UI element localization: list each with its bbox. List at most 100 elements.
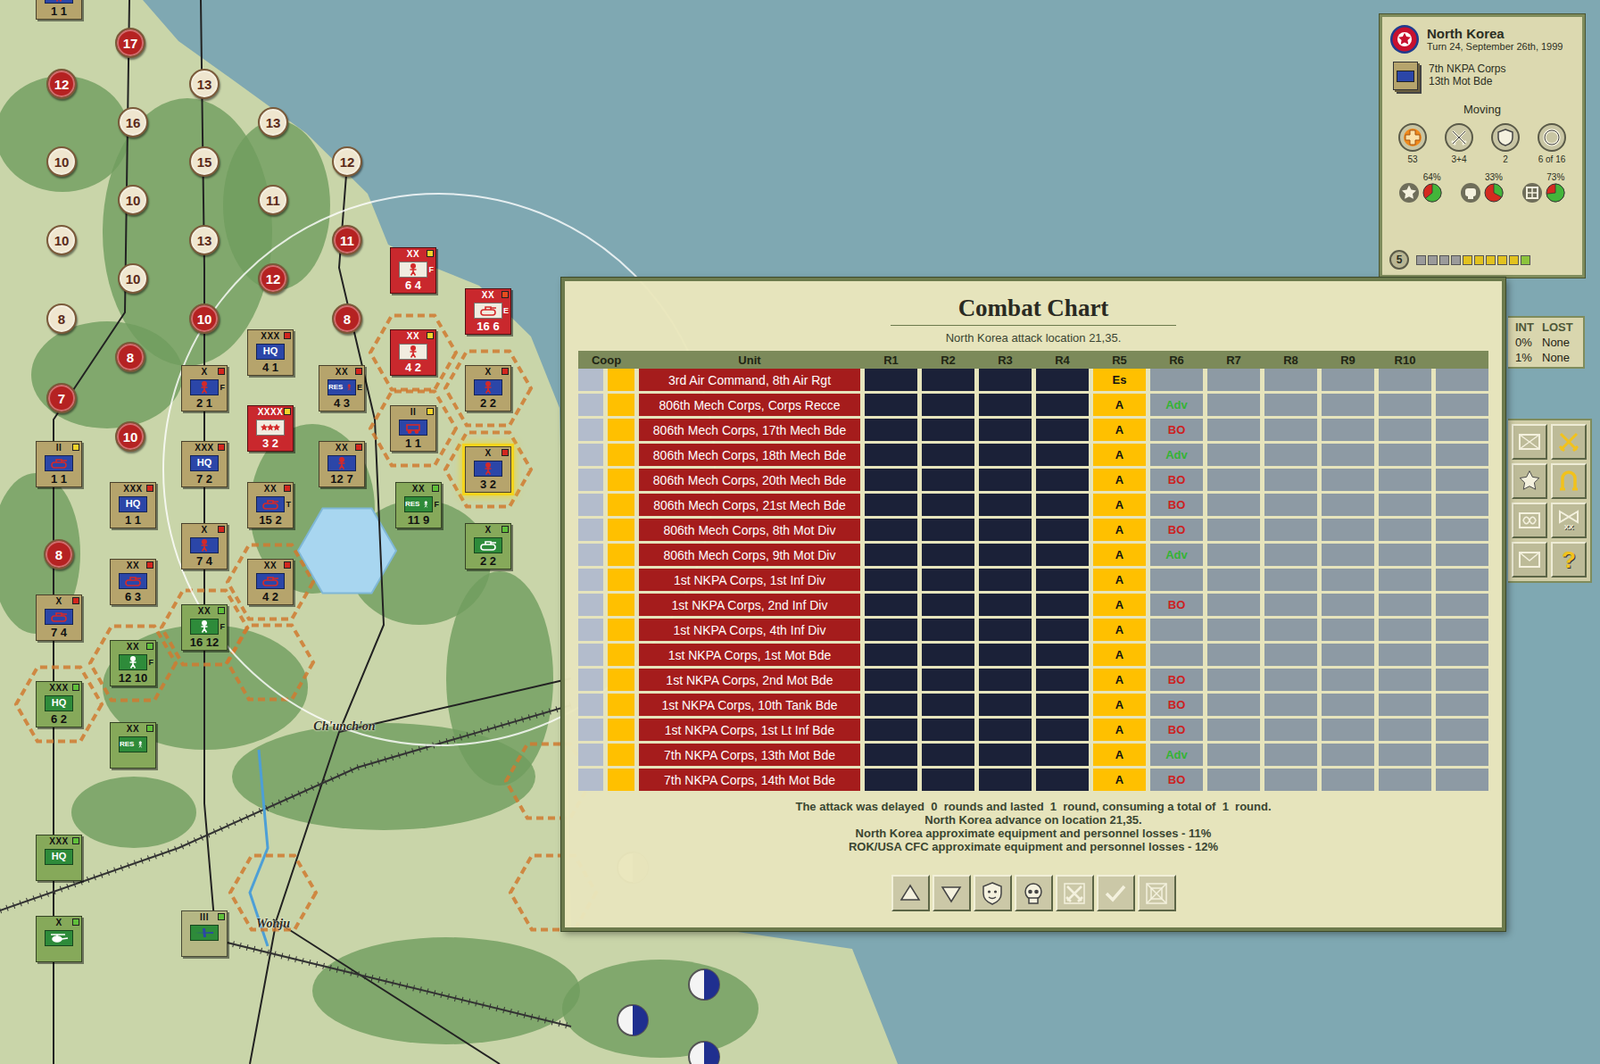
victory-point[interactable]: 10	[46, 224, 77, 256]
confirm-button[interactable]	[1096, 874, 1136, 912]
unit-counter[interactable]: II1 1	[35, 440, 83, 488]
table-row[interactable]: 7th NKPA Corps, 13th Mot BdeAAdv	[578, 743, 1489, 766]
unit-counter[interactable]: III	[181, 910, 228, 957]
unit-counter[interactable]: XXXHQ1 1	[109, 481, 157, 529]
unit-counter[interactable]: X2 1F	[181, 364, 228, 412]
victory-point[interactable]: 13	[189, 224, 220, 256]
table-row[interactable]: 1st NKPA Corps, 1st Lt Inf BdeABO	[578, 718, 1489, 741]
unit-counter[interactable]: XX6 3	[109, 558, 157, 606]
coop-cell[interactable]	[578, 543, 604, 566]
victory-point[interactable]: 7	[46, 382, 77, 414]
coop-cell[interactable]	[578, 418, 604, 441]
unit-counter[interactable]: XXRES11 9F	[395, 481, 442, 529]
coop-cell[interactable]	[578, 618, 604, 641]
victory-point[interactable]: 15	[189, 146, 220, 177]
table-row[interactable]: 1st NKPA Corps, 10th Tank BdeABO	[578, 693, 1489, 716]
unit-counter[interactable]: X7 4	[181, 522, 228, 570]
victory-point[interactable]: 8	[115, 341, 146, 373]
unit-counter[interactable]: XXRES	[109, 721, 157, 769]
table-row[interactable]: 806th Mech Corps, 20th Mech BdeABO	[578, 468, 1489, 491]
victory-point[interactable]: 13	[189, 68, 220, 100]
victory-point[interactable]: 11	[257, 184, 289, 216]
stack-button[interactable]	[1511, 502, 1548, 539]
unit-counter[interactable]: XXXHQ6 2	[35, 680, 83, 728]
coop-cell[interactable]	[578, 768, 604, 791]
unit-counter[interactable]: XXRES4 3E	[318, 364, 365, 412]
table-row[interactable]: 806th Mech Corps, 18th Mech BdeAAdv	[578, 443, 1489, 466]
mail-button[interactable]	[1511, 541, 1548, 578]
star-button[interactable]	[1511, 463, 1548, 499]
coop-cell[interactable]	[578, 468, 604, 491]
combat-button[interactable]	[1055, 874, 1095, 912]
move-down-button[interactable]	[932, 874, 971, 912]
table-row[interactable]: 7th NKPA Corps, 14th Mot BdeABO	[578, 768, 1489, 791]
unit-counter[interactable]: XX16 6E	[464, 288, 512, 335]
unit-counter[interactable]: XX6 4F	[389, 247, 437, 294]
cancel-button[interactable]	[1137, 874, 1177, 912]
table-row[interactable]: 1st NKPA Corps, 1st Mot BdeA	[578, 643, 1489, 666]
victory-point[interactable]: 8	[46, 303, 77, 334]
attack-button[interactable]	[1550, 423, 1587, 460]
unit-counter[interactable]: X2 2	[464, 522, 512, 570]
unit-counter[interactable]: XXXHQ7 2	[181, 440, 228, 488]
victory-point[interactable]: 10	[117, 263, 149, 294]
victory-point[interactable]: 12	[257, 263, 289, 294]
corps-button[interactable]: XX	[1550, 502, 1587, 539]
move-up-button[interactable]	[891, 874, 930, 912]
defense-button[interactable]	[973, 874, 1012, 912]
coop-cell[interactable]	[578, 718, 604, 741]
unit-counter[interactable]: X7 4	[35, 594, 83, 641]
table-row[interactable]: 806th Mech Corps, 21st Mech BdeABO	[578, 493, 1489, 516]
losses-button[interactable]	[1014, 874, 1053, 912]
table-row[interactable]: 806th Mech Corps, Corps RecceAAdv	[578, 393, 1489, 416]
unit-counter[interactable]: XX4 2	[389, 329, 437, 376]
coop-cell[interactable]	[578, 493, 604, 516]
victory-point[interactable]: 12	[331, 146, 363, 177]
unit-counter[interactable]: X	[35, 915, 83, 962]
coop-cell[interactable]	[578, 568, 604, 591]
report-button[interactable]	[1511, 423, 1548, 460]
unit-counter[interactable]: XXXHQ4 1	[247, 329, 294, 376]
coop-cell[interactable]	[578, 393, 604, 416]
unit-counter[interactable]: XX16 12F	[181, 604, 228, 651]
coop-cell[interactable]	[578, 518, 604, 541]
victory-point[interactable]: 13	[257, 107, 289, 138]
table-row[interactable]: 806th Mech Corps, 9th Mot DivAAdv	[578, 543, 1489, 566]
coop-cell[interactable]	[578, 593, 604, 616]
victory-point[interactable]: 8	[331, 303, 363, 334]
victory-point[interactable]: 8	[43, 538, 75, 570]
victory-point[interactable]: 10	[115, 421, 146, 452]
unit-counter[interactable]: 1 1	[35, 0, 83, 20]
coop-cell[interactable]	[578, 668, 604, 691]
unit-counter[interactable]: X2 2	[464, 364, 512, 412]
victory-point[interactable]: 11	[331, 224, 363, 256]
coop-cell[interactable]	[578, 643, 604, 666]
table-row[interactable]: 1st NKPA Corps, 4th Inf DivA	[578, 618, 1489, 641]
unit-counter[interactable]: XXXX3 2	[247, 405, 294, 452]
victory-point[interactable]: 10	[189, 303, 220, 334]
unit-counter[interactable]: II1 1	[389, 405, 437, 452]
victory-point[interactable]: 12	[46, 68, 77, 100]
victory-point[interactable]: 10	[46, 146, 77, 177]
coop-cell[interactable]	[578, 368, 604, 391]
table-row[interactable]: 1st NKPA Corps, 2nd Mot BdeABO	[578, 668, 1489, 691]
coop-cell[interactable]	[578, 693, 604, 716]
table-row[interactable]: 1st NKPA Corps, 2nd Inf DivABO	[578, 593, 1489, 616]
table-row[interactable]: 3rd Air Command, 8th Air RgtEs	[578, 368, 1489, 391]
unit-counter[interactable]: XXXHQ	[35, 834, 83, 881]
table-row[interactable]: 806th Mech Corps, 8th Mot DivABO	[578, 518, 1489, 541]
unit-counter[interactable]: XX15 2T	[247, 481, 294, 529]
coop-cell[interactable]	[578, 743, 604, 766]
retreat-button[interactable]	[1550, 463, 1587, 499]
unit-counter[interactable]: XX12 7	[318, 440, 365, 488]
help-button[interactable]: ?	[1550, 541, 1587, 578]
unit-counter[interactable]: X3 2	[464, 446, 512, 493]
table-row[interactable]: 806th Mech Corps, 17th Mech BdeABO	[578, 418, 1489, 441]
unit-counter[interactable]: XX12 10F	[109, 639, 157, 687]
unit-counter[interactable]: XX4 2	[247, 558, 294, 606]
victory-point[interactable]: 10	[117, 184, 149, 216]
victory-point[interactable]: 17	[115, 27, 146, 59]
table-row[interactable]: 1st NKPA Corps, 1st Inf DivA	[578, 568, 1489, 591]
victory-point[interactable]: 16	[117, 107, 149, 138]
coop-cell[interactable]	[578, 443, 604, 466]
